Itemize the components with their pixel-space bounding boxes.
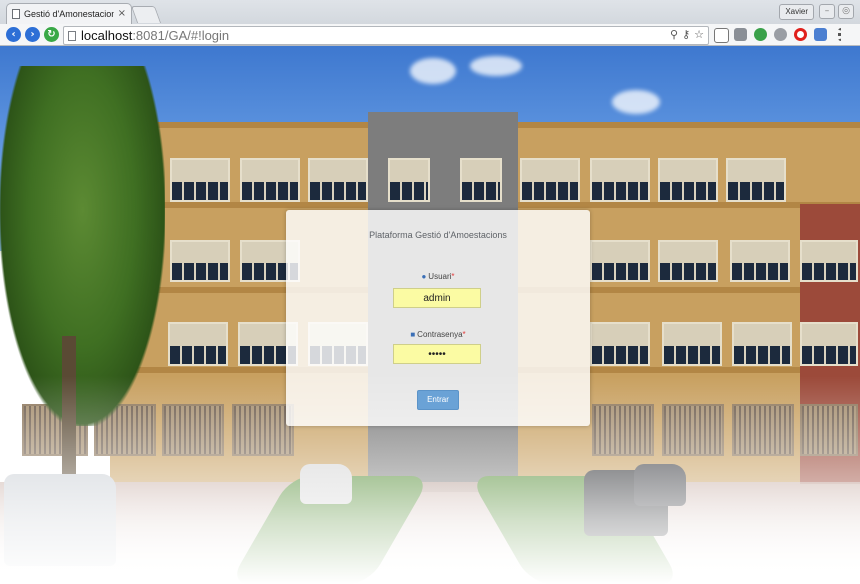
address-bar[interactable]: localhost:8081/GA/#!login ⚲ ⚷ ☆ bbox=[63, 26, 709, 45]
login-button[interactable]: Entrar bbox=[417, 390, 459, 410]
reload-icon[interactable]: ↻ bbox=[44, 27, 59, 42]
lock-icon: ■ bbox=[410, 330, 416, 339]
password-label: ■ Contrasenya* bbox=[410, 330, 466, 339]
minimize-icon[interactable]: – bbox=[819, 4, 835, 19]
omnibox-actions: ⚲ ⚷ ☆ bbox=[670, 28, 704, 42]
tab-title: Gestió d'Amonestacions E bbox=[24, 9, 114, 19]
username-label: ● Usuari* bbox=[421, 272, 455, 281]
new-tab-button[interactable] bbox=[130, 6, 162, 23]
opera-icon[interactable] bbox=[794, 28, 807, 41]
eyedropper-icon[interactable] bbox=[734, 28, 747, 41]
extension-grey-icon[interactable] bbox=[774, 28, 787, 41]
login-title: Plataforma Gestió d'Amoestacions bbox=[369, 230, 507, 240]
username-input[interactable] bbox=[393, 288, 481, 308]
tab-strip: Gestió d'Amonestacions E × Xavier – ◎ bbox=[0, 0, 860, 24]
browser-tab[interactable]: Gestió d'Amonestacions E × bbox=[6, 3, 132, 24]
cast-icon[interactable] bbox=[714, 28, 729, 43]
page-viewport: Plataforma Gestió d'Amoestacions ● Usuari… bbox=[0, 46, 860, 584]
browser-toolbar: ‹ › ↻ localhost:8081/GA/#!login ⚲ ⚷ ☆ bbox=[0, 24, 860, 46]
extension-blue-icon[interactable] bbox=[814, 28, 827, 41]
zoom-icon[interactable]: ⚲ bbox=[670, 28, 678, 42]
back-icon[interactable]: ‹ bbox=[6, 27, 21, 42]
close-tab-icon[interactable]: × bbox=[118, 9, 126, 19]
menu-icon[interactable] bbox=[838, 28, 845, 41]
close-window-icon[interactable]: ◎ bbox=[838, 4, 854, 19]
login-panel: Plataforma Gestió d'Amoestacions ● Usuari… bbox=[286, 210, 590, 426]
required-marker: * bbox=[462, 330, 466, 339]
forward-icon[interactable]: › bbox=[25, 27, 40, 42]
user-icon: ● bbox=[421, 272, 427, 281]
required-marker: * bbox=[451, 272, 455, 281]
url-text: localhost:8081/GA/#!login bbox=[81, 28, 230, 43]
page-info-icon[interactable] bbox=[68, 30, 76, 41]
bookmark-star-icon[interactable]: ☆ bbox=[694, 28, 704, 42]
extension-green-icon[interactable] bbox=[754, 28, 767, 41]
key-icon[interactable]: ⚷ bbox=[682, 28, 690, 42]
profile-button[interactable]: Xavier bbox=[779, 4, 814, 20]
password-input[interactable] bbox=[393, 344, 481, 364]
page-icon bbox=[12, 9, 20, 19]
